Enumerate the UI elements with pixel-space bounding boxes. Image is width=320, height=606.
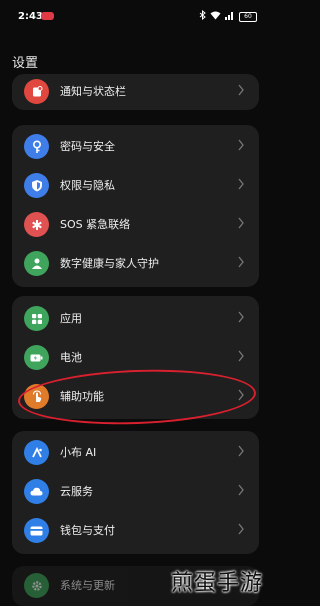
page-title: 设置	[12, 56, 39, 71]
settings-group-security: 密码与安全 权限与隐私 SOS 紧急联络 数字健康与家人守护	[12, 125, 259, 287]
settings-item-wallet[interactable]: 钱包与支付	[12, 511, 259, 550]
chevron-right-icon	[237, 82, 245, 101]
settings-item-permissions-privacy[interactable]: 权限与隐私	[12, 166, 259, 205]
wifi-icon	[210, 11, 221, 23]
settings-item-label: 应用	[60, 312, 82, 325]
chevron-right-icon	[237, 309, 245, 328]
settings-item-label: SOS 紧急联络	[60, 218, 131, 231]
signal-icon	[225, 11, 235, 23]
settings-item-label: 小布 AI	[60, 446, 97, 459]
gear-icon	[24, 573, 49, 598]
settings-item-label: 密码与安全	[60, 140, 115, 153]
settings-item-label: 系统与更新	[60, 579, 115, 592]
settings-item-label: 辅助功能	[60, 390, 104, 403]
settings-item-label: 通知与状态栏	[60, 85, 126, 98]
settings-item-label: 钱包与支付	[60, 524, 115, 537]
battery-icon	[24, 345, 49, 370]
settings-item-battery[interactable]: 电池	[12, 338, 259, 377]
chevron-right-icon	[237, 443, 245, 462]
status-time: 2:43	[18, 11, 43, 22]
settings-item-digital-wellbeing[interactable]: 数字健康与家人守护	[12, 244, 259, 283]
chevron-right-icon	[237, 176, 245, 195]
notification-icon	[24, 79, 49, 104]
accessibility-hand-icon	[24, 384, 49, 409]
chevron-right-icon	[237, 521, 245, 540]
chevron-right-icon	[237, 215, 245, 234]
bluetooth-icon	[199, 9, 206, 23]
settings-group-notifications: 通知与状态栏	[12, 74, 259, 110]
chevron-right-icon	[237, 387, 245, 406]
key-icon	[24, 134, 49, 159]
settings-item-apps[interactable]: 应用	[12, 299, 259, 338]
apps-grid-icon	[24, 306, 49, 331]
notification-app-icon	[41, 12, 54, 20]
shield-icon	[24, 173, 49, 198]
cloud-icon	[24, 479, 49, 504]
settings-item-accessibility[interactable]: 辅助功能	[12, 377, 259, 416]
chevron-right-icon	[237, 482, 245, 501]
settings-item-password-security[interactable]: 密码与安全	[12, 127, 259, 166]
settings-item-cloud[interactable]: 云服务	[12, 472, 259, 511]
status-bar: 2:43 60	[0, 0, 271, 34]
assistant-icon	[24, 440, 49, 465]
watermark-text: 煎蛋手游	[170, 571, 263, 596]
settings-group-device: 应用 电池 辅助功能	[12, 296, 259, 419]
settings-item-notifications[interactable]: 通知与状态栏	[12, 74, 259, 110]
chevron-right-icon	[237, 137, 245, 156]
settings-item-label: 云服务	[60, 485, 93, 498]
battery-indicator: 60	[239, 11, 257, 22]
settings-item-xiaobu-ai[interactable]: 小布 AI	[12, 433, 259, 472]
settings-item-label: 电池	[60, 351, 82, 364]
status-icons: 60	[199, 9, 257, 23]
asterisk-icon	[24, 212, 49, 237]
family-icon	[24, 251, 49, 276]
settings-item-label: 权限与隐私	[60, 179, 115, 192]
settings-group-services: 小布 AI 云服务 钱包与支付	[12, 431, 259, 554]
settings-item-sos[interactable]: SOS 紧急联络	[12, 205, 259, 244]
settings-item-label: 数字健康与家人守护	[60, 257, 159, 270]
wallet-icon	[24, 518, 49, 543]
chevron-right-icon	[237, 348, 245, 367]
chevron-right-icon	[237, 254, 245, 273]
